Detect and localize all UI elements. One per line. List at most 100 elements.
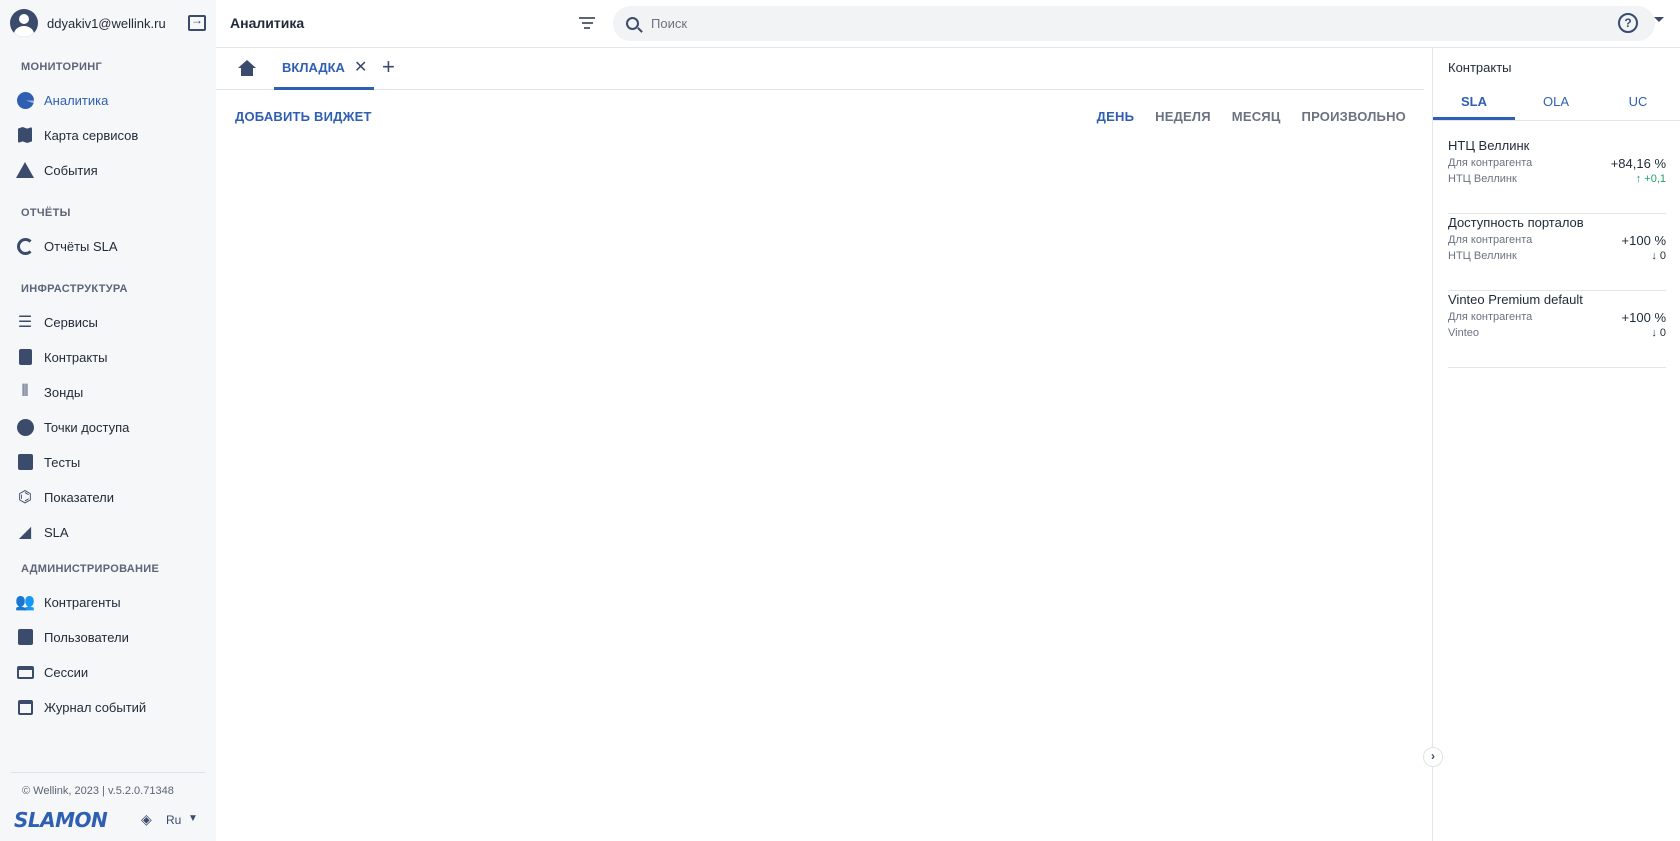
clipboard-check-icon xyxy=(15,452,35,472)
contract-party: НТЦ Веллинк xyxy=(1448,173,1517,185)
sidebar-item-label: Контракты xyxy=(44,349,108,365)
sla-icon: ◢ xyxy=(18,524,32,541)
tab-active[interactable]: ВКЛАДКА ✕ xyxy=(274,48,374,90)
contract-delta: ↓ 0 xyxy=(1651,327,1666,339)
contract-scope: Для контрагента xyxy=(1448,157,1533,169)
sidebar-item-label: Аналитика xyxy=(44,92,109,108)
contract-delta: ↑ +0,1 xyxy=(1635,173,1666,185)
sidebar-item-label: Показатели xyxy=(44,489,114,505)
contract-card[interactable]: Vinteo Premium default Для контрагента V… xyxy=(1448,292,1666,368)
theme-paint-icon[interactable]: ◈ xyxy=(141,811,152,828)
contract-party: НТЦ Веллинк xyxy=(1448,250,1517,262)
sidebar-item-users[interactable]: Пользователи xyxy=(15,623,205,651)
metrics-icon: ⌬ xyxy=(18,489,32,506)
contract-scope: Для контрагента xyxy=(1448,311,1533,323)
nav-section-administration: АДМИНИСТРИРОВАНИЕ xyxy=(21,563,160,575)
contract-party: Vinteo xyxy=(1448,327,1479,339)
help-icon[interactable]: ? xyxy=(1618,13,1638,33)
document-icon xyxy=(15,347,35,367)
contract-scope: Для контрагента xyxy=(1448,234,1533,246)
sidebar-item-label: Журнал событий xyxy=(44,699,147,715)
sidebar-item-label: Пользователи xyxy=(44,629,129,645)
window-icon xyxy=(15,662,35,682)
home-icon[interactable] xyxy=(238,60,256,76)
sidebar-item-tests[interactable]: Тесты xyxy=(15,448,205,476)
contracts-panel: Контракты SLA OLA UC НТЦ Веллинк Для кон… xyxy=(1433,48,1680,841)
map-icon xyxy=(15,125,35,145)
sidebar-item-analytics[interactable]: Аналитика xyxy=(15,86,205,114)
sidebar-item-access-points[interactable]: Точки доступа xyxy=(15,413,205,441)
sidebar-item-sessions[interactable]: Сессии xyxy=(15,658,205,686)
sidebar-item-services[interactable]: ☰ Сервисы xyxy=(15,308,205,336)
add-widget-button[interactable]: ДОБАВИТЬ ВИДЖЕТ xyxy=(235,109,372,124)
sidebar-item-sla[interactable]: ◢ SLA xyxy=(15,518,205,546)
tab-ola[interactable]: OLA xyxy=(1515,88,1597,120)
sidebar-item-label: Сессии xyxy=(44,664,89,680)
chevron-down-icon[interactable] xyxy=(1654,17,1664,22)
contract-card[interactable]: НТЦ Веллинк Для контрагента НТЦ Веллинк … xyxy=(1448,138,1666,214)
sidebar-item-counterparties[interactable]: 👥 Контрагенты xyxy=(15,588,205,616)
logout-icon[interactable] xyxy=(188,13,206,31)
probe-icon: ⦀ xyxy=(21,383,29,400)
tab-label: ВКЛАДКА xyxy=(282,60,345,75)
avatar[interactable] xyxy=(10,9,38,37)
user-block: ddyakiv1@wellink.ru xyxy=(10,8,206,38)
language-select[interactable]: Ru xyxy=(166,813,181,827)
contract-value: +100 % xyxy=(1621,310,1666,325)
warning-icon xyxy=(15,160,35,180)
dashboard-tabs: ВКЛАДКА ✕ + xyxy=(216,48,1424,90)
search-input[interactable] xyxy=(651,16,1551,31)
sidebar-item-events[interactable]: События xyxy=(15,156,205,184)
sidebar-item-label: События xyxy=(44,162,98,178)
chevron-right-icon[interactable]: › xyxy=(1423,747,1443,767)
sidebar-item-service-map[interactable]: Карта сервисов xyxy=(15,121,205,149)
sidebar-item-sla-reports[interactable]: Отчёты SLA xyxy=(15,232,205,260)
sidebar-item-label: Контрагенты xyxy=(44,594,121,610)
sidebar-item-event-log[interactable]: Журнал событий xyxy=(15,693,205,721)
contract-card[interactable]: Доступность порталов Для контрагента НТЦ… xyxy=(1448,215,1666,291)
page-title: Аналитика xyxy=(230,15,305,31)
user-card-icon xyxy=(15,627,35,647)
sidebar-item-probes[interactable]: ⦀ Зонды xyxy=(15,378,205,406)
contract-value: +84,16 % xyxy=(1610,156,1666,171)
period-custom[interactable]: ПРОИЗВОЛЬНО xyxy=(1302,109,1406,124)
user-email: ddyakiv1@wellink.ru xyxy=(47,15,166,31)
sidebar-item-contracts[interactable]: Контракты xyxy=(15,343,205,371)
contract-value: +100 % xyxy=(1621,233,1666,248)
sidebar-item-metrics[interactable]: ⌬ Показатели xyxy=(15,483,205,511)
nav-section-reports: ОТЧЁТЫ xyxy=(21,207,71,219)
add-tab-icon[interactable]: + xyxy=(382,54,395,80)
sidebar-footer-divider xyxy=(10,772,206,773)
sidebar-item-label: Зонды xyxy=(44,384,84,400)
sidebar-item-label: Карта сервисов xyxy=(44,127,139,143)
nav-section-infrastructure: ИНФРАСТРУКТУРА xyxy=(21,283,128,295)
period-month[interactable]: МЕСЯЦ xyxy=(1232,109,1281,124)
copyright: © Wellink, 2023 | v.5.2.0.71348 xyxy=(22,785,174,797)
report-icon xyxy=(15,236,35,256)
list-icon: ☰ xyxy=(17,314,33,331)
sidebar-item-label: Точки доступа xyxy=(44,419,130,435)
tab-uc[interactable]: UC xyxy=(1597,88,1679,120)
close-icon[interactable]: ✕ xyxy=(354,57,367,77)
contract-name: Vinteo Premium default xyxy=(1448,292,1583,307)
sidebar-item-label: Тесты xyxy=(44,454,81,470)
top-header: Аналитика ? xyxy=(216,0,1680,48)
nav-section-monitoring: МОНИТОРИНГ xyxy=(21,61,102,73)
search-icon xyxy=(626,17,639,30)
period-selector: ДЕНЬ НЕДЕЛЯ МЕСЯЦ ПРОИЗВОЛЬНО xyxy=(1076,109,1406,124)
period-day[interactable]: ДЕНЬ xyxy=(1097,109,1134,124)
filter-icon[interactable] xyxy=(578,15,596,31)
panel-title: Контракты xyxy=(1448,60,1512,75)
period-week[interactable]: НЕДЕЛЯ xyxy=(1155,109,1211,124)
tab-sla[interactable]: SLA xyxy=(1433,88,1515,120)
analytics-icon xyxy=(15,90,35,110)
contract-delta: ↓ 0 xyxy=(1651,250,1666,262)
contract-name: Доступность порталов xyxy=(1448,215,1584,230)
search-bar xyxy=(613,6,1655,41)
contract-type-tabs: SLA OLA UC xyxy=(1433,88,1680,121)
access-point-icon xyxy=(15,417,35,437)
sidebar-item-label: SLA xyxy=(44,524,69,540)
chevron-down-icon[interactable]: ▼ xyxy=(188,813,198,824)
contract-name: НТЦ Веллинк xyxy=(1448,138,1530,153)
slamon-logo: SLAMON xyxy=(14,808,108,832)
